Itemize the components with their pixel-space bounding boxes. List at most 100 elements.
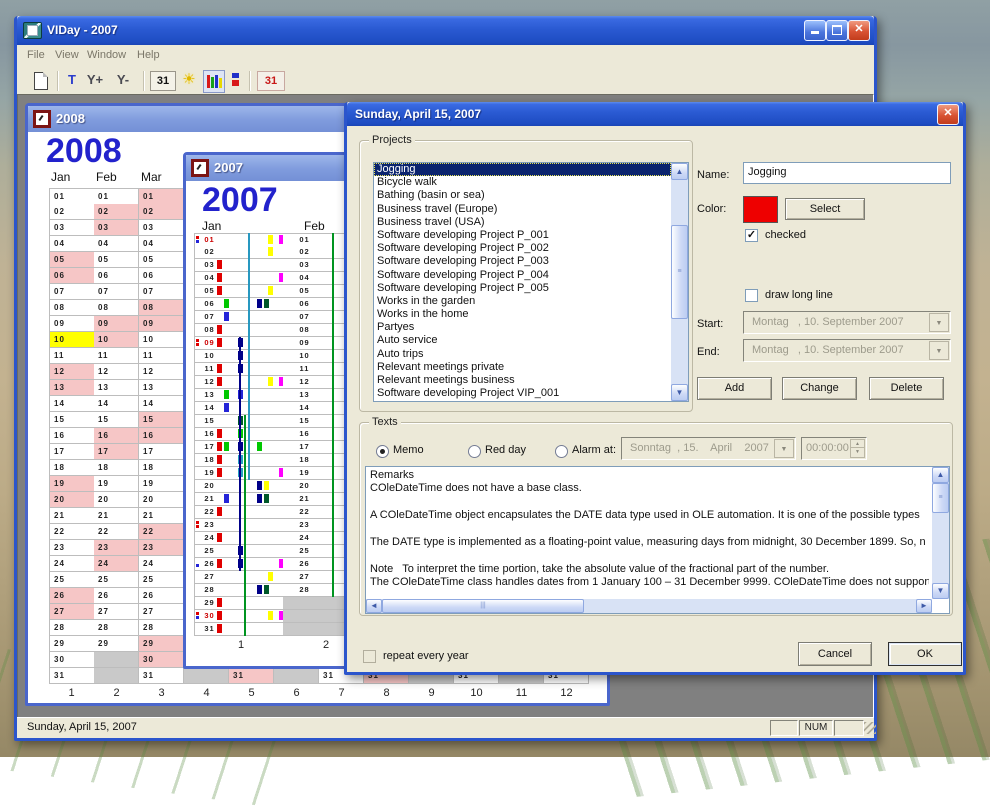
project-list-item[interactable]: Software developing Project P_001 [374,229,671,242]
main-titlebar[interactable]: VIDay - 2007 ✕ [17,16,874,45]
calendar-day-cell[interactable]: 07 [94,284,139,300]
calendar-day-cell[interactable]: 24 [94,556,139,572]
calendar-day-cell[interactable]: 10 [139,332,184,348]
calendar-day-cell[interactable]: 31 [194,623,284,636]
scroll-left-button[interactable]: ◄ [366,599,382,613]
red-day-31-button[interactable]: 31 [257,71,285,91]
project-list-item[interactable]: Works in the home [374,308,671,321]
calendar-day-cell[interactable]: 05 [49,252,95,268]
spinner-down-icon[interactable]: ▼ [850,447,865,458]
calendar-day-cell[interactable]: 31 [49,668,95,684]
calendar-day-cell[interactable]: 21 [139,508,184,524]
calendar-day-cell[interactable]: 03 [49,220,95,236]
project-list-item[interactable]: Software developing Project P_005 [374,282,671,295]
menu-file[interactable]: File [27,49,45,61]
calendar-day-cell[interactable]: 03 [139,220,184,236]
chevron-down-icon[interactable]: ▼ [774,439,794,458]
red-day-radio[interactable] [468,445,481,458]
chevron-down-icon[interactable]: ▼ [929,341,949,360]
ok-button[interactable]: OK [888,642,962,666]
calendar-day-cell[interactable]: 17 [49,444,95,460]
calendar-day-cell[interactable]: 05 [139,252,184,268]
calendar-day-cell[interactable]: 12 [94,364,139,380]
calendar-day-cell[interactable]: 29 [94,636,139,652]
menu-view[interactable]: View [55,49,79,61]
calendar-day-cell[interactable]: 08 [49,300,95,316]
scroll-up-button[interactable]: ▲ [932,467,949,483]
calendar-day-cell[interactable]: 27 [49,604,95,620]
calendar-day-cell[interactable] [94,652,139,668]
scroll-down-button[interactable]: ▼ [932,583,949,599]
memo-radio[interactable] [376,445,389,458]
menu-window[interactable]: Window [87,49,126,61]
calendar-day-cell[interactable]: 15 [139,412,184,428]
calendar-day-cell[interactable]: 06 [139,268,184,284]
project-list-item[interactable]: Software developing Project P_003 [374,255,671,268]
calendar-day-cell[interactable]: 30 [49,652,95,668]
calendar-day-cell[interactable]: 02 [139,204,184,220]
minimize-button[interactable] [804,20,826,41]
project-list-item[interactable]: Auto trips [374,348,671,361]
calendar-day-cell[interactable]: 22 [94,524,139,540]
calendar-day-cell[interactable]: 30 [139,652,184,668]
project-list-item[interactable]: Relevant meetings business [374,374,671,387]
calendar-day-cell[interactable]: 27 [94,604,139,620]
project-list-item[interactable]: Software developing Project P_004 [374,269,671,282]
project-list-item[interactable]: Bathing (basin or sea) [374,189,671,202]
calendar-day-cell[interactable]: 11 [49,348,95,364]
calendar-day-cell[interactable]: 26 [94,588,139,604]
scrollbar-thumb[interactable]: ≡ [671,225,688,319]
dialog-close-button[interactable]: ✕ [937,104,959,125]
calendar-day-cell[interactable]: 20 [49,492,95,508]
calendar-day-cell[interactable]: 23 [49,540,95,556]
calendar-day-cell[interactable]: 06 [194,298,284,311]
project-list-item[interactable]: Business travel (USA) [374,216,671,229]
calendar-day-cell[interactable]: 13 [94,380,139,396]
calendar-day-cell[interactable]: 14 [94,396,139,412]
calendar-day-cell[interactable]: 16 [49,428,95,444]
calendar-day-cell[interactable]: 04 [49,236,95,252]
calendar-day-cell[interactable]: 08 [139,300,184,316]
calendar-day-cell[interactable]: 09 [94,316,139,332]
calendar-day-cell[interactable]: 30 [194,610,284,623]
calendar-day-cell[interactable]: 01 [139,188,184,205]
calendar-day-cell[interactable]: 09 [49,316,95,332]
resize-grip[interactable] [864,722,876,734]
memo-textarea[interactable]: RemarksCOleDateTime does not have a base… [365,466,950,614]
calendar-day-cell[interactable]: 31 [139,668,184,684]
scrollbar-thumb[interactable]: ||| [382,599,584,613]
calendar-day-cell[interactable]: 18 [49,460,95,476]
calendar-day-cell[interactable]: 05 [94,252,139,268]
color-bars-button[interactable] [203,70,225,93]
calendar-day-cell[interactable]: 26 [139,588,184,604]
calendar-day-cell[interactable]: 17 [94,444,139,460]
delete-button[interactable]: Delete [869,377,944,400]
calendar-day-cell[interactable]: 15 [49,412,95,428]
calendar-day-cell[interactable]: 07 [49,284,95,300]
calendar-day-cell[interactable]: 29 [194,597,284,610]
calendar-day-cell[interactable]: 21 [94,508,139,524]
project-list-item[interactable]: Jogging [374,163,671,176]
calendar-day-cell[interactable]: 28 [49,620,95,636]
scroll-up-button[interactable]: ▲ [671,163,688,180]
calendar-day-cell[interactable]: 27 [139,604,184,620]
checked-checkbox[interactable]: ✓ [745,229,758,242]
close-button[interactable]: ✕ [848,20,870,41]
calendar-day-cell[interactable]: 09 [139,316,184,332]
calendar-day-cell[interactable]: 10 [49,332,95,348]
maximize-button[interactable] [826,20,848,41]
calendar-day-cell[interactable]: 14 [139,396,184,412]
calendar-day-cell[interactable]: 07 [139,284,184,300]
calendar-day-cell[interactable]: 29 [49,636,95,652]
calendar-day-cell[interactable]: 19 [139,476,184,492]
calendar-day-cell[interactable]: 08 [94,300,139,316]
cancel-button[interactable]: Cancel [798,642,872,666]
calendar-day-cell[interactable]: 11 [94,348,139,364]
scrollbar-thumb[interactable]: ≡ [932,483,949,513]
calendar-day-cell[interactable]: 05 [194,285,284,298]
add-button[interactable]: Add [697,377,772,400]
calendar-day-cell[interactable]: 22 [49,524,95,540]
scroll-right-button[interactable]: ► [916,599,932,613]
calendar-day-cell[interactable]: 28 [94,620,139,636]
calendar-day-cell[interactable]: 02 [194,246,284,259]
